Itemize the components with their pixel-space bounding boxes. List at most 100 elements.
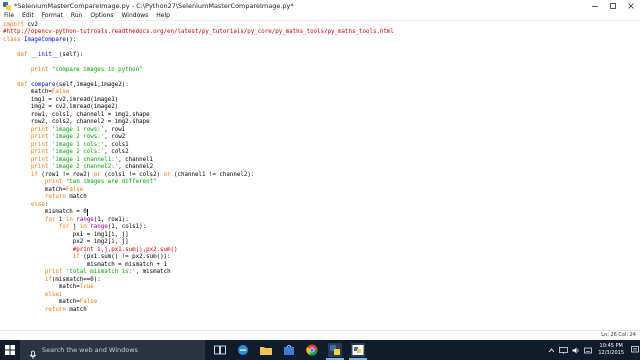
code-line[interactable]: match=False xyxy=(3,299,97,307)
code-token: , cols2 xyxy=(104,149,129,155)
maximize-icon xyxy=(610,2,616,9)
code-line[interactable]: row1, cols1, channel1 = img1.shape xyxy=(3,112,150,120)
action-center-button[interactable] xyxy=(630,340,640,360)
network-icon[interactable] xyxy=(559,346,569,354)
status-bar: Ln: 26 Col: 24 xyxy=(0,330,640,339)
menu-windows[interactable]: Windows xyxy=(118,11,153,21)
menu-help[interactable]: Help xyxy=(152,11,174,21)
code-line[interactable]: mismatch = 0 xyxy=(3,209,88,217)
code-line[interactable]: print 'image 1 rows:', row1 xyxy=(3,127,125,135)
minimize-icon xyxy=(592,5,598,7)
code-line[interactable]: px2 = img2[i, j] xyxy=(3,239,129,247)
taskbar-chrome[interactable] xyxy=(305,343,319,357)
menu-file[interactable]: File xyxy=(0,11,18,21)
code-line[interactable]: return match xyxy=(3,307,87,315)
menu-edit[interactable]: Edit xyxy=(18,11,38,21)
keyboard-icon[interactable] xyxy=(584,347,593,354)
menu-format[interactable]: Format xyxy=(38,11,67,21)
close-button[interactable] xyxy=(622,0,640,11)
task-view-icon xyxy=(214,345,226,355)
taskbar-store[interactable] xyxy=(282,343,296,357)
code-token: px2 = img2[i, j] xyxy=(3,239,129,245)
code-line[interactable]: print 'image 2 cols:', cols2 xyxy=(3,149,129,157)
code-line[interactable]: match=True xyxy=(3,284,94,292)
code-line[interactable]: print 'image 2 rows:', row2 xyxy=(3,134,125,142)
code-token: , cols1 xyxy=(104,141,129,148)
code-line[interactable]: else: xyxy=(3,292,62,300)
code-line[interactable]: class ImageCompare(): xyxy=(3,37,76,45)
code-line[interactable]: mismatch = mismatch + 1 xyxy=(3,262,167,270)
code-line[interactable]: #http://opencv-python-tutroals.readthedo… xyxy=(3,29,394,37)
code-line[interactable]: print "compare images in python" xyxy=(3,67,143,75)
task-view-button[interactable] xyxy=(213,343,227,357)
store-icon xyxy=(284,345,294,355)
code-line[interactable]: px1 = img1[i, j] xyxy=(3,232,129,240)
code-line[interactable]: for j in range(1, cols1): xyxy=(3,224,146,232)
taskbar-search-box[interactable]: Search the web and Windows xyxy=(20,340,205,360)
python-idle-icon[interactable] xyxy=(3,1,11,10)
code-line[interactable]: return match xyxy=(3,194,87,202)
code-token: class xyxy=(3,36,21,43)
code-token: 'image 2 channel2:' xyxy=(51,164,119,170)
menu-run[interactable]: Run xyxy=(67,11,87,21)
code-editor[interactable]: import cv2 #http://opencv-python-tutroals… xyxy=(0,21,640,330)
code-token: (self): xyxy=(58,51,84,58)
code-token: def xyxy=(16,51,28,58)
code-line[interactable]: print "two images are different" xyxy=(3,179,157,187)
code-token: row2, cols2, channel2 = img2.shape xyxy=(3,119,150,125)
code-line[interactable]: #print i,j,px1.sum(),px2.sum() xyxy=(3,247,178,255)
code-token: match xyxy=(65,306,87,313)
code-line[interactable]: import cv2 xyxy=(3,22,38,30)
code-line[interactable]: img1 = cv2.imread(image1) xyxy=(3,97,118,105)
code-line[interactable]: for i in range(1, row1): xyxy=(3,217,129,225)
code-line[interactable]: print 'image 1 channel1:', channel1 xyxy=(3,157,153,165)
code-token: , row2 xyxy=(104,134,126,140)
maximize-button[interactable] xyxy=(604,0,622,11)
chevron-up-icon[interactable] xyxy=(548,347,555,354)
code-line[interactable]: def __init__(self): xyxy=(3,52,83,60)
minimize-button[interactable] xyxy=(586,0,604,11)
code-token: 'total mismatch is:' xyxy=(65,269,136,275)
code-line[interactable]: match=False xyxy=(3,187,83,195)
menu-options[interactable]: Options xyxy=(86,11,117,21)
code-token: ImageCompare xyxy=(23,36,66,43)
code-line[interactable]: if(mismatch==0): xyxy=(3,277,101,285)
code-line[interactable]: img2 = cv2.imread(image2) xyxy=(3,104,118,112)
code-token: match= xyxy=(3,284,80,290)
code-line[interactable]: row2, cols2, channel2 = img2.shape xyxy=(3,119,150,127)
code-line[interactable]: match=False xyxy=(3,89,69,97)
code-token: "compare images in python" xyxy=(51,66,143,73)
taskbar-file-explorer[interactable] xyxy=(259,343,273,357)
code-line[interactable]: print 'image 2 channel2:', channel2 xyxy=(3,164,153,172)
code-token: __init__ xyxy=(30,51,59,58)
code-token: print xyxy=(30,141,49,148)
taskbar-python-shell[interactable] xyxy=(351,343,365,357)
windows-logo-icon xyxy=(5,345,15,355)
start-button[interactable] xyxy=(0,340,20,360)
code-token: , row1 xyxy=(104,126,126,133)
system-clock[interactable]: 10:45 PM 12/3/2015 xyxy=(598,343,624,357)
code-token: print xyxy=(30,126,49,133)
taskbar-edge[interactable] xyxy=(236,343,250,357)
code-token: (self,image1,image2): xyxy=(55,81,129,88)
code-token: return xyxy=(44,306,66,313)
code-line[interactable]: print 'total mismatch is:', mismatch xyxy=(3,269,171,277)
code-token: print xyxy=(30,66,49,73)
code-token: , channel2 xyxy=(118,164,154,170)
code-line[interactable]: print 'image 1 cols:', cols1 xyxy=(3,142,129,150)
taskbar-python-idle[interactable] xyxy=(328,343,342,357)
code-line[interactable]: else: xyxy=(3,202,48,210)
code-token: print xyxy=(44,179,63,185)
volume-icon[interactable] xyxy=(572,347,580,354)
code-token: match xyxy=(65,194,87,200)
code-line[interactable]: if (px1.sum() != px2.sum()): xyxy=(3,254,171,262)
code-token: False xyxy=(51,89,70,95)
python-shell-icon xyxy=(352,345,364,355)
code-line[interactable]: def compare(self,image1,image2): xyxy=(3,82,129,90)
code-line[interactable]: if (row1 != row2) or (cols1 != cols2) or… xyxy=(3,172,254,180)
